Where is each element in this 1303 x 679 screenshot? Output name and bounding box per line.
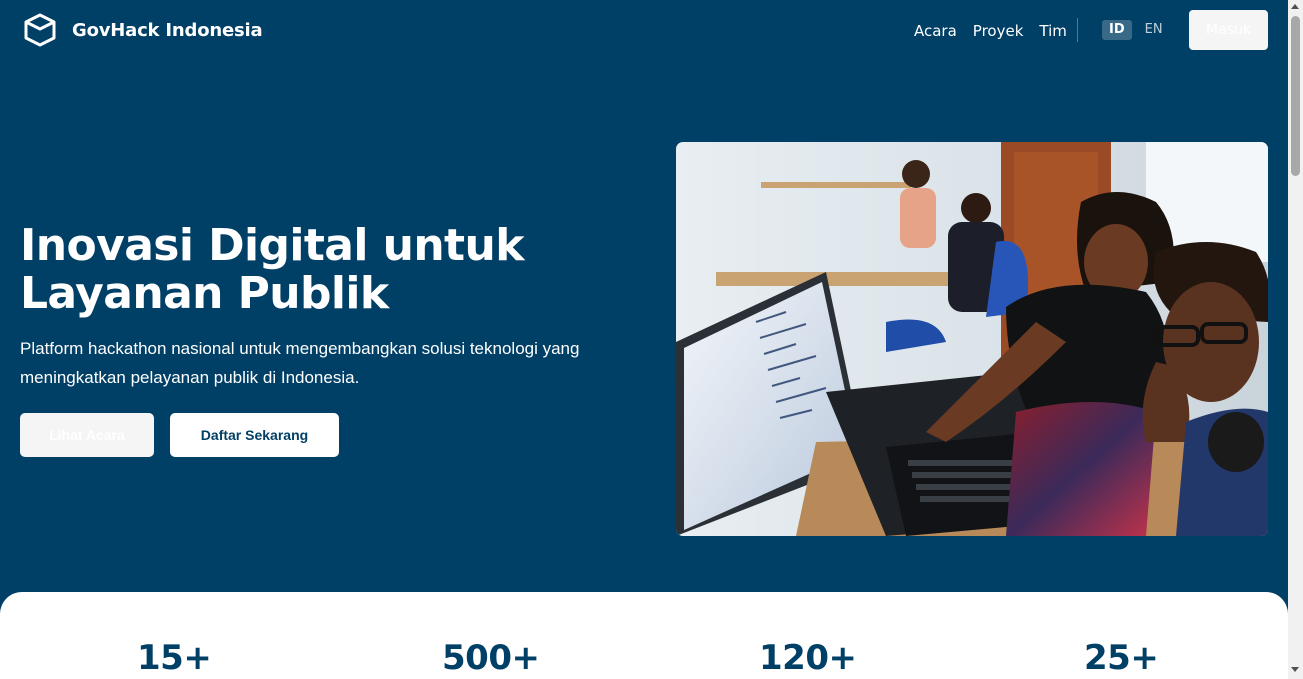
nav-item-proyek[interactable]: Proyek <box>973 20 1024 42</box>
hero-subtitle: Platform hackathon nasional untuk mengem… <box>20 339 580 387</box>
hero-title: Inovasi Digital untuk Layanan Publik <box>20 220 524 319</box>
view-events-button[interactable]: Lihat Acara <box>20 413 154 457</box>
brand-link[interactable]: GovHack Indonesia <box>22 12 263 48</box>
brand-name: GovHack Indonesia <box>72 19 263 41</box>
language-switcher: ID EN <box>1102 20 1170 40</box>
lang-option-en[interactable]: EN <box>1138 20 1170 40</box>
scroll-up-arrow-icon[interactable] <box>1291 4 1299 9</box>
scroll-down-arrow-icon[interactable] <box>1291 667 1299 672</box>
main-nav: Acara Proyek Tim <box>914 20 1067 42</box>
nav-item-acara[interactable]: Acara <box>914 20 957 42</box>
page: GovHack Indonesia Acara Proyek Tim ID EN… <box>0 0 1288 679</box>
nav-divider <box>1077 18 1078 42</box>
cube-logo-icon <box>22 12 58 48</box>
site-header: GovHack Indonesia Acara Proyek Tim ID EN… <box>0 0 1288 62</box>
register-now-button[interactable]: Daftar Sekarang <box>170 413 339 457</box>
login-button[interactable]: Masuk <box>1189 10 1268 50</box>
hero-photo-illustration <box>676 142 1268 536</box>
scrollbar-thumb[interactable] <box>1291 16 1300 176</box>
stat-value-participants: 500+ <box>442 638 540 678</box>
stats-section: 15+ 500+ 120+ 25+ <box>0 592 1288 679</box>
stat-value-events: 15+ <box>137 638 212 678</box>
stat-value-partners: 25+ <box>1084 638 1159 678</box>
lang-option-id[interactable]: ID <box>1102 20 1132 40</box>
nav-item-tim[interactable]: Tim <box>1039 20 1066 42</box>
hero-image <box>676 142 1268 536</box>
vertical-scrollbar[interactable] <box>1288 0 1303 679</box>
stat-value-projects: 120+ <box>759 638 857 678</box>
